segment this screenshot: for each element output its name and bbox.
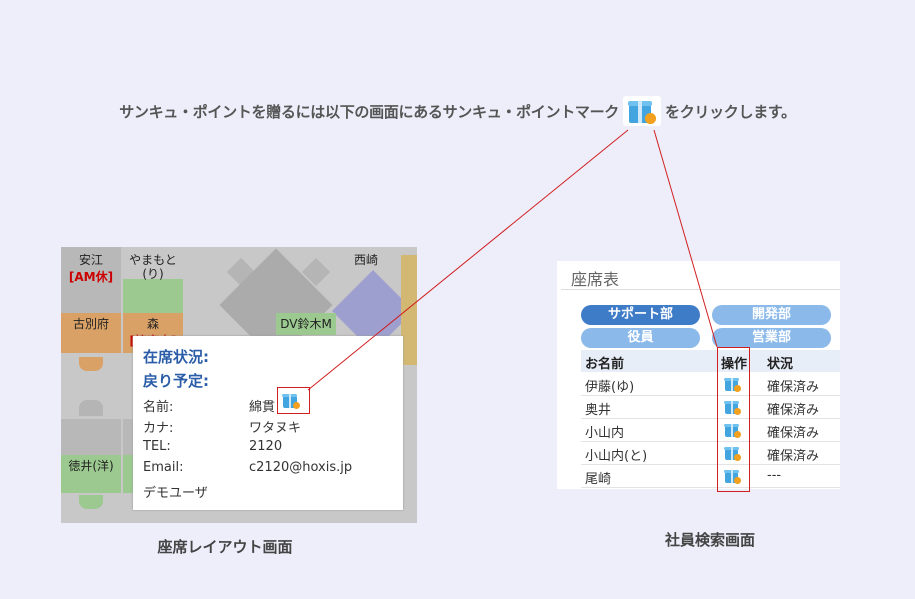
callout-line-search [653,129,718,348]
callout-line-seat [307,129,629,391]
callout-lines [307,129,718,391]
